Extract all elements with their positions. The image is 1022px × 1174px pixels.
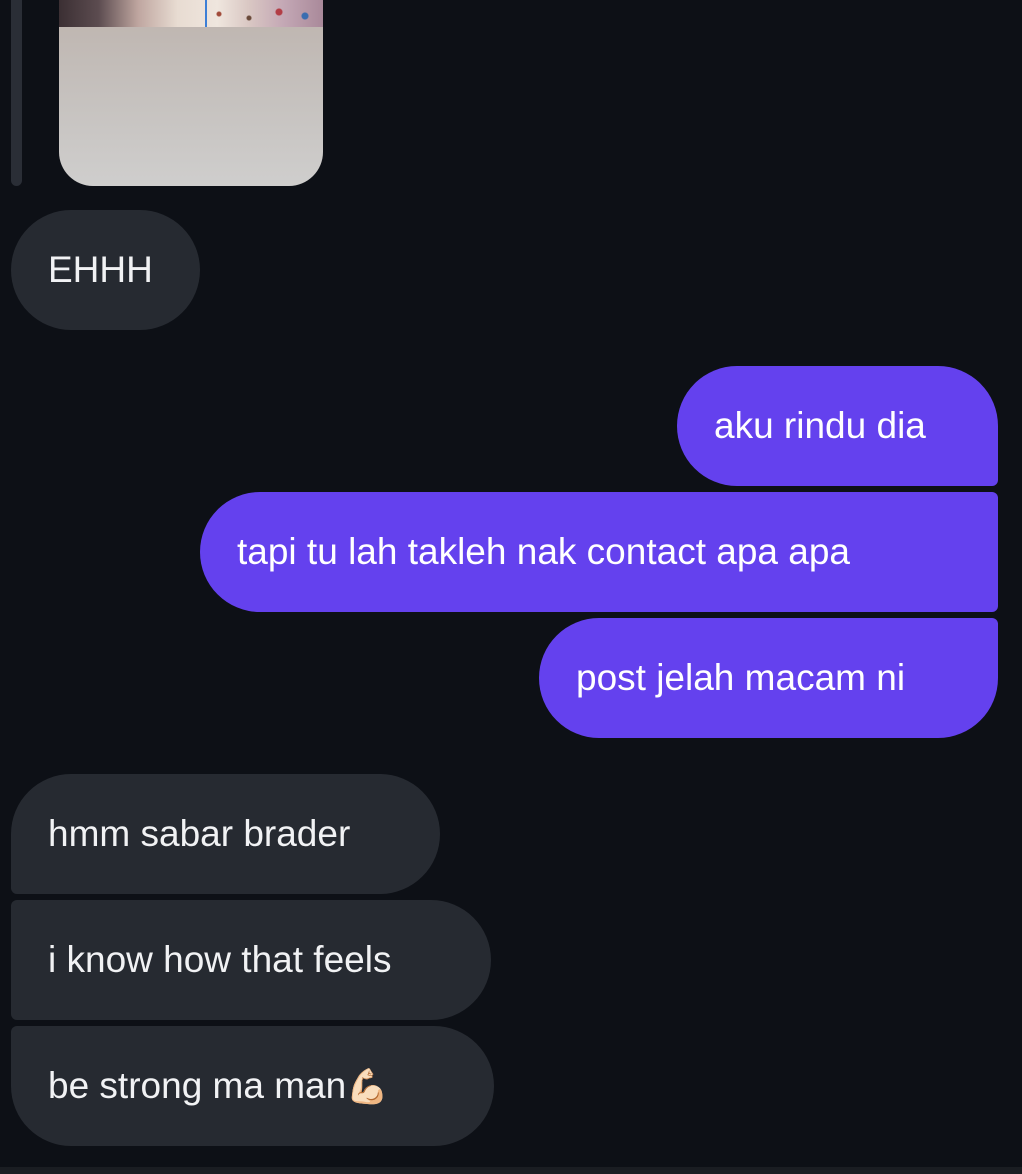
reply-thread-bar: [11, 0, 22, 186]
message-bubble-outgoing[interactable]: tapi tu lah takleh nak contact apa apa: [200, 492, 998, 612]
shared-image-message[interactable]: [59, 0, 323, 186]
message-text: i know how that feels: [48, 939, 392, 980]
image-detail: [209, 6, 319, 24]
message-text: be strong ma man: [48, 1065, 347, 1106]
flexed-biceps-icon: 💪🏻: [346, 1067, 389, 1107]
message-text: EHHH: [48, 249, 153, 290]
message-bubble-outgoing[interactable]: aku rindu dia: [677, 366, 998, 486]
message-text: post jelah macam ni: [576, 657, 906, 698]
divider: [0, 1167, 1022, 1174]
message-text: tapi tu lah takleh nak contact apa apa: [237, 531, 850, 572]
message-bubble-incoming[interactable]: i know how that feels: [11, 900, 491, 1020]
message-text: hmm sabar brader: [48, 813, 351, 854]
message-text: aku rindu dia: [714, 405, 926, 446]
message-bubble-incoming[interactable]: hmm sabar brader: [11, 774, 440, 894]
message-bubble-incoming[interactable]: be strong ma man💪🏻: [11, 1026, 494, 1146]
message-bubble-outgoing[interactable]: post jelah macam ni: [539, 618, 998, 738]
image-detail-line: [205, 0, 207, 27]
message-bubble-incoming[interactable]: EHHH: [11, 210, 200, 330]
chat-thread: EHHH aku rindu dia tapi tu lah takleh na…: [0, 0, 1022, 1174]
